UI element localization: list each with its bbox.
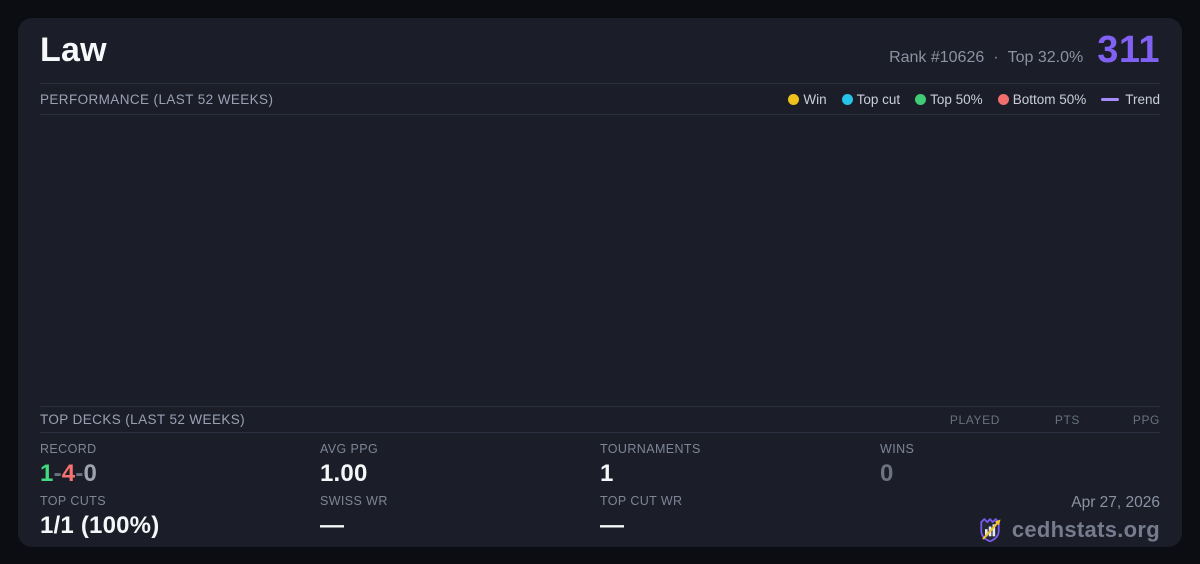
avg-ppg-value: 1.00 (320, 458, 600, 490)
top-decks-columns: PLAYED PTS PPG (920, 413, 1160, 427)
legend-label: Top cut (857, 92, 901, 107)
legend-item-top-50: Top 50% (915, 92, 983, 107)
stat-record: RECORD 1-4-0 (40, 441, 320, 493)
rank-separator: · (993, 49, 998, 67)
record-losses: 4 (62, 460, 76, 487)
tournaments-value: 1 (600, 458, 880, 490)
legend-item-bottom-50: Bottom 50% (998, 92, 1087, 107)
top-decks-section-label: TOP DECKS (LAST 52 WEEKS) (40, 412, 245, 427)
stat-label: WINS (880, 441, 1160, 458)
stat-label: TOP CUTS (40, 493, 320, 510)
legend-label: Trend (1125, 92, 1160, 107)
legend-label: Top 50% (930, 92, 983, 107)
card-header: Law Rank #10626 · Top 32.0% 311 (40, 18, 1160, 84)
stat-label: TOURNAMENTS (600, 441, 880, 458)
page-title: Law (40, 31, 107, 70)
top-cut-wr-value: — (600, 510, 880, 542)
points-value: 311 (1097, 29, 1160, 72)
date-label: Apr 27, 2026 (1071, 494, 1160, 511)
legend-label: Win (803, 92, 826, 107)
performance-section-label: PERFORMANCE (LAST 52 WEEKS) (40, 92, 273, 107)
rank-label: Rank #10626 (889, 49, 984, 67)
cedhstats-shield-logo-icon (976, 516, 1004, 544)
column-header-ppg: PPG (1080, 413, 1160, 427)
bottom-50-dot-icon (998, 94, 1009, 105)
record-separator: - (75, 460, 83, 487)
legend-item-top-cut: Top cut (842, 92, 901, 107)
legend-item-trend: Trend (1101, 92, 1160, 107)
stat-wins: WINS 0 (880, 441, 1160, 493)
chart-legend: Win Top cut Top 50% Bottom 50% Trend (788, 92, 1160, 107)
swiss-wr-value: — (320, 510, 600, 542)
stat-label: TOP CUT WR (600, 493, 880, 510)
top-50-dot-icon (915, 94, 926, 105)
record-wins: 1 (40, 460, 54, 487)
rank-line: Rank #10626 · Top 32.0% (889, 49, 1083, 67)
stat-top-cuts: TOP CUTS 1/1 (100%) (40, 493, 320, 547)
legend-item-win: Win (788, 92, 826, 107)
column-header-pts: PTS (1000, 413, 1080, 427)
stat-swiss-wr: SWISS WR — (320, 493, 600, 547)
stats-card: Law Rank #10626 · Top 32.0% 311 PERFORMA… (18, 18, 1182, 547)
wins-value: 0 (880, 458, 1160, 490)
rank-summary: Rank #10626 · Top 32.0% 311 (889, 29, 1160, 72)
brand-label: cedhstats.org (1012, 517, 1160, 543)
brand-link[interactable]: cedhstats.org (976, 516, 1160, 544)
footer-brand-cell: Apr 27, 2026 cedhstats.org (880, 493, 1160, 547)
stat-label: AVG PPG (320, 441, 600, 458)
legend-label: Bottom 50% (1013, 92, 1087, 107)
stat-tournaments: TOURNAMENTS 1 (600, 441, 880, 493)
stats-grid: RECORD 1-4-0 AVG PPG 1.00 TOURNAMENTS 1 … (40, 433, 1160, 547)
top-cuts-value: 1/1 (100%) (40, 510, 320, 542)
record-value: 1-4-0 (40, 458, 320, 490)
record-separator: - (54, 460, 62, 487)
stat-avg-ppg: AVG PPG 1.00 (320, 441, 600, 493)
top-percent-label: Top 32.0% (1008, 49, 1084, 67)
performance-header: PERFORMANCE (LAST 52 WEEKS) Win Top cut … (40, 84, 1160, 115)
stat-top-cut-wr: TOP CUT WR — (600, 493, 880, 547)
win-dot-icon (788, 94, 799, 105)
trend-line-icon (1101, 98, 1119, 101)
top-decks-header: TOP DECKS (LAST 52 WEEKS) PLAYED PTS PPG (40, 406, 1160, 433)
record-draws: 0 (84, 460, 98, 487)
column-header-played: PLAYED (920, 413, 1000, 427)
performance-chart-area (40, 115, 1160, 406)
stat-label: RECORD (40, 441, 320, 458)
top-cut-dot-icon (842, 94, 853, 105)
stat-label: SWISS WR (320, 493, 600, 510)
